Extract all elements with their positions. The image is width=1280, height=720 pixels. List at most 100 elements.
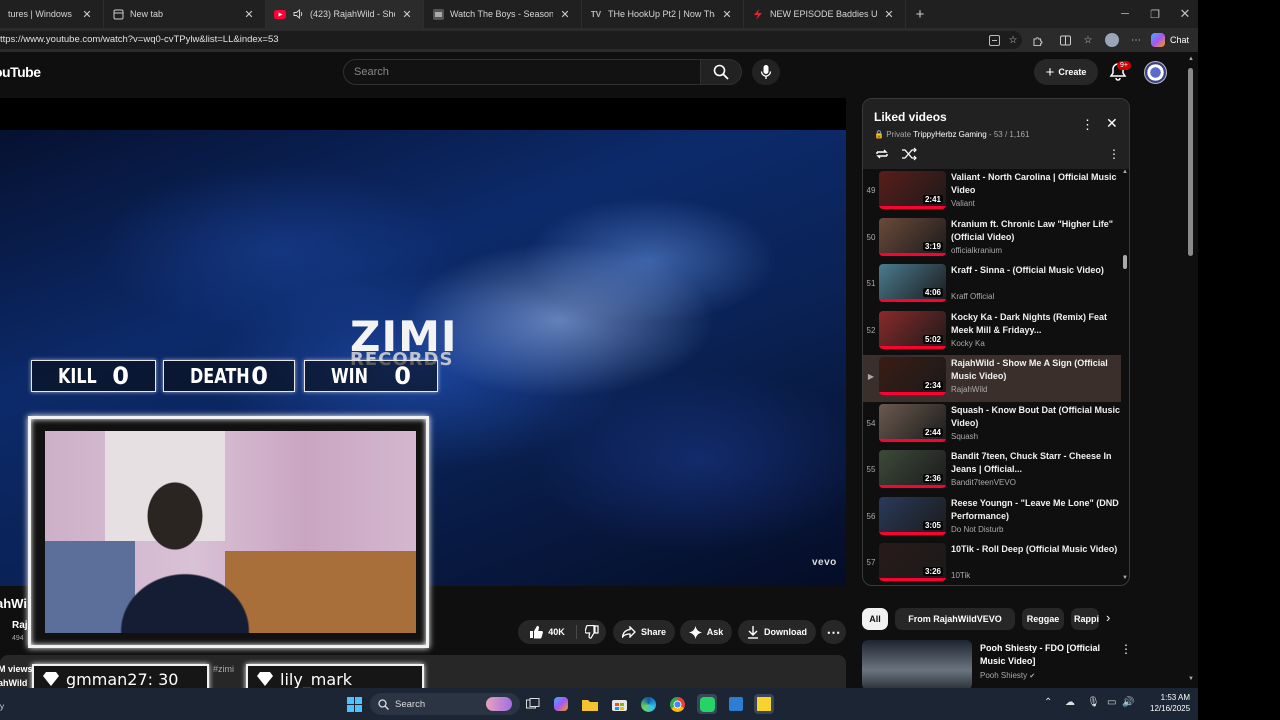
- tab-baddies[interactable]: NEW EPISODE Baddies USA: Bad ✕: [744, 0, 906, 28]
- extensions-icon[interactable]: [1029, 32, 1045, 48]
- playlist-title[interactable]: Liked videos: [874, 110, 947, 124]
- close-playlist-icon[interactable]: ✕: [1106, 115, 1118, 132]
- app-window-icon[interactable]: [726, 694, 746, 714]
- recommendation-thumbnail[interactable]: [862, 640, 972, 690]
- search-button[interactable]: [700, 59, 742, 85]
- sparkle-icon: [688, 625, 702, 639]
- chevron-right-icon[interactable]: ›: [1106, 610, 1110, 625]
- playlist-item[interactable]: 55 2:36 Bandit 7teen, Chuck Starr - Cheese…: [863, 448, 1121, 495]
- sticky-notes-icon[interactable]: [754, 694, 774, 714]
- close-icon[interactable]: ✕: [81, 8, 93, 21]
- hashtag-link[interactable]: #zimi: [213, 664, 234, 674]
- speaker-icon[interactable]: [292, 8, 304, 20]
- playlist-item[interactable]: 56 3:05 Reese Youngn - "Leave Me Lone" (DN…: [863, 495, 1121, 542]
- search-input[interactable]: Search: [343, 59, 701, 85]
- restore-icon[interactable]: ❐: [1140, 0, 1170, 28]
- chip-from-channel[interactable]: From RajahWildVEVO: [895, 608, 1015, 630]
- url-field[interactable]: ttps://www.youtube.com/watch?v=wq0-cvTPy…: [0, 31, 1022, 49]
- weather-widget[interactable]: y: [0, 702, 4, 711]
- chrome-icon[interactable]: [667, 694, 687, 714]
- onedrive-icon[interactable]: ☁: [1065, 697, 1075, 708]
- close-icon[interactable]: ✕: [721, 8, 733, 21]
- recommendation-menu-icon[interactable]: ⋮: [1120, 642, 1132, 656]
- window-close-icon[interactable]: ✕: [1170, 0, 1198, 28]
- whatsapp-icon[interactable]: [697, 694, 717, 714]
- playlist-item[interactable]: 52 5:02 Kocky Ka - Dark Nights (Remix) Fea…: [863, 309, 1121, 356]
- playlist-item[interactable]: 50 3:19 Kranium ft. Chronic Law "Higher Li…: [863, 216, 1121, 263]
- ask-button[interactable]: Ask: [680, 620, 732, 644]
- copilot-taskbar-icon[interactable]: [551, 694, 571, 714]
- download-button[interactable]: Download: [738, 620, 816, 644]
- close-icon[interactable]: ✕: [401, 8, 413, 21]
- playlist-item[interactable]: 49 2:41 Valiant - North Carolina | Officia…: [863, 169, 1121, 216]
- search-icon: [713, 64, 729, 80]
- minimize-icon[interactable]: ─: [1110, 0, 1140, 28]
- like-button[interactable]: 40K: [518, 620, 576, 644]
- playlist-item[interactable]: ▶ 2:34 RajahWild - Show Me A Sign (Officia…: [863, 355, 1121, 402]
- playlist-item-duration: 2:34: [922, 381, 943, 390]
- create-button[interactable]: + Create: [1034, 59, 1098, 85]
- new-tab-button[interactable]: +: [906, 0, 934, 28]
- favorite-star-icon[interactable]: ☆: [1005, 32, 1021, 48]
- tab-new-tab[interactable]: New tab ✕: [104, 0, 266, 28]
- death-label: DEATH: [190, 364, 250, 388]
- more-actions-icon[interactable]: ⋯: [821, 620, 846, 644]
- voice-search-button[interactable]: [752, 59, 780, 85]
- playlist-actions-icon[interactable]: ⋮: [1108, 147, 1120, 161]
- recommendation-channel[interactable]: Pooh Shiesty ✔: [980, 671, 1035, 680]
- account-avatar[interactable]: [1144, 61, 1167, 84]
- playlist-item-title: Kocky Ka - Dark Nights (Remix) Feat Meek…: [951, 311, 1108, 335]
- network-icon[interactable]: ▭: [1107, 697, 1116, 708]
- close-icon[interactable]: ✕: [243, 8, 255, 21]
- tray-mic-icon[interactable]: 🎙: [1087, 697, 1100, 708]
- thumbs-up-icon: [530, 625, 544, 639]
- page-scrollbar-thumb[interactable]: [1188, 68, 1193, 256]
- tab-youtube[interactable]: (423) RajahWild - Show Me A ✕: [266, 0, 424, 28]
- recommendation-title[interactable]: Pooh Shiesty - FDO [Official Music Video…: [980, 642, 1110, 668]
- dislike-button[interactable]: [577, 620, 606, 644]
- file-explorer-icon[interactable]: [580, 694, 600, 714]
- share-button[interactable]: Share: [613, 620, 675, 644]
- tab-strip: tures | Windows 11 ✕ New tab ✕ (423) Raj…: [0, 0, 1198, 28]
- playlist-item[interactable]: 54 2:44 Squash - Know Bout Dat (Official M…: [863, 402, 1121, 449]
- volume-icon[interactable]: 🔊: [1122, 697, 1134, 708]
- microphone-icon: [760, 65, 772, 79]
- loop-icon[interactable]: [874, 147, 890, 161]
- channel-name-clip[interactable]: Raj: [12, 620, 28, 631]
- close-icon[interactable]: ✕: [883, 8, 895, 21]
- playlist-privacy: Private: [886, 130, 912, 139]
- task-view-icon[interactable]: [523, 694, 543, 714]
- taskbar-clock[interactable]: 1:53 AM 12/16/2025: [1150, 692, 1190, 714]
- profile-icon[interactable]: [1104, 32, 1120, 48]
- shuffle-icon[interactable]: [901, 147, 917, 161]
- chip-rapping[interactable]: Rappi: [1071, 608, 1099, 630]
- playlist-scrollbar[interactable]: ▲ ▼: [1121, 169, 1129, 585]
- playlist-owner[interactable]: TrippyHerbz Gaming: [913, 130, 987, 139]
- windows-start-icon[interactable]: [344, 694, 364, 714]
- watched-progress-bar: [879, 485, 946, 488]
- like-count: 40K: [548, 627, 565, 637]
- taskbar-search[interactable]: Search: [370, 693, 520, 715]
- watched-progress-bar: [879, 578, 946, 581]
- split-screen-icon[interactable]: [1057, 32, 1073, 48]
- copilot-chat-button[interactable]: Chat: [1151, 32, 1189, 48]
- tab-windows[interactable]: tures | Windows 11 ✕: [0, 0, 104, 28]
- tab-title: NEW EPISODE Baddies USA: Bad: [770, 9, 877, 19]
- collections-icon[interactable]: ☆: [1080, 32, 1096, 48]
- app-available-icon[interactable]: [986, 32, 1002, 48]
- tray-overflow-icon[interactable]: ⌃: [1044, 697, 1052, 708]
- tab-hookup[interactable]: TV THe HookUp Pt2 | Now That's TV ✕: [582, 0, 744, 28]
- youtube-icon: [274, 8, 286, 20]
- tab-prime[interactable]: Watch The Boys - Season 1 | Prime ✕: [424, 0, 582, 28]
- edge-browser-icon[interactable]: [638, 694, 658, 714]
- close-icon[interactable]: ✕: [559, 8, 571, 21]
- chip-reggae[interactable]: Reggae: [1022, 608, 1064, 630]
- microsoft-store-icon[interactable]: [609, 694, 629, 714]
- playlist-item[interactable]: 51 4:06 Kraff - Sinna - (Official Music Vi…: [863, 262, 1121, 309]
- chip-all[interactable]: All: [862, 608, 888, 630]
- playlist-item[interactable]: 57 3:26 10Tik - Roll Deep (Official Music …: [863, 541, 1121, 585]
- more-menu-icon[interactable]: ⋯: [1128, 32, 1144, 48]
- youtube-logo[interactable]: ouTube: [0, 64, 41, 80]
- playlist-item-title: RajahWild - Show Me A Sign (Official Mus…: [951, 358, 1108, 381]
- playlist-menu-icon[interactable]: ⋮: [1081, 117, 1094, 133]
